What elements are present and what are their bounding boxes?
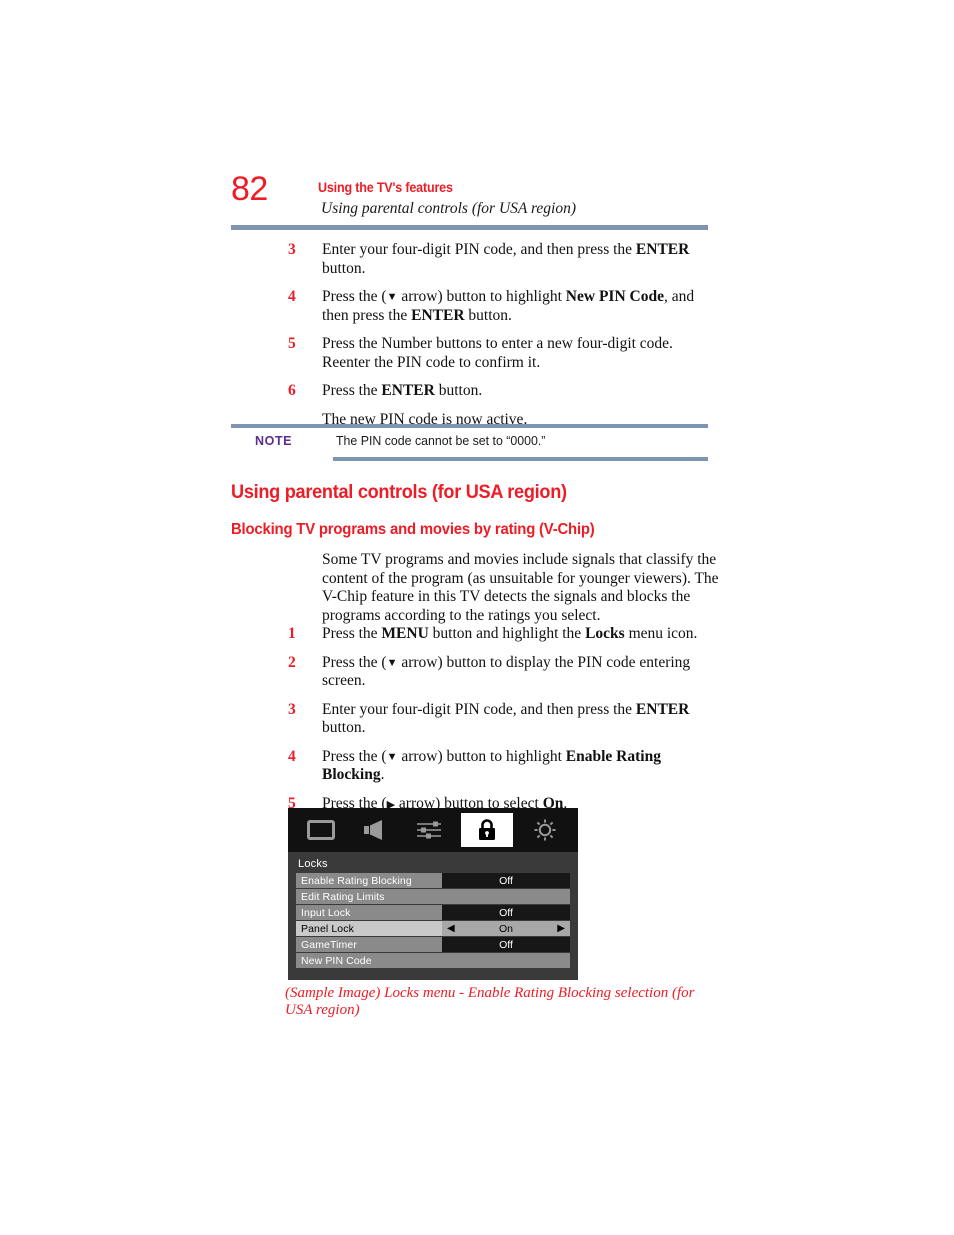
tv-menu-row[interactable]: Enable Rating Blocking Off [296, 873, 570, 888]
tv-menu-row[interactable]: GameTimer Off [296, 937, 570, 952]
setup-sun-icon[interactable] [523, 814, 567, 846]
page-number: 82 [231, 170, 268, 208]
step-number: 1 [288, 625, 296, 642]
step-item: 2 Press the (▼ arrow) button to display t… [288, 654, 698, 691]
step-number: 4 [288, 288, 296, 305]
step-text: Press the Number buttons to enter a new … [322, 335, 673, 371]
step-number: 3 [288, 700, 296, 718]
step-text: Press the MENU button and highlight the … [322, 625, 698, 642]
step-item: 3 Enter your four-digit PIN code, and the… [288, 241, 698, 278]
figure-caption: (Sample Image) Locks menu - Enable Ratin… [285, 985, 695, 1018]
step-text: Press the (▼ arrow) button to highlight … [322, 747, 661, 784]
arrow-right-icon[interactable]: ▶ [557, 923, 565, 934]
tv-menu-row-value: On ◀ ▶ [442, 921, 570, 936]
header-subtitle: Using parental controls (for USA region) [321, 200, 577, 217]
steps-list-top: 3 Enter your four-digit PIN code, and the… [288, 241, 698, 429]
step-item: 3 Enter your four-digit PIN code, and the… [288, 701, 698, 738]
tv-menu-row[interactable]: Edit Rating Limits [296, 889, 570, 904]
tv-menu-sample-image: Locks Enable Rating Blocking Off Edit Rati… [288, 808, 578, 980]
tv-menu-row-value: Off [442, 905, 570, 920]
tv-menu-row-label: New PIN Code [296, 953, 570, 968]
tv-menu-row-value: Off [442, 873, 570, 888]
step-item: 1 Press the MENU button and highlight the… [288, 625, 698, 644]
step-item: 4 Press the (▼ arrow) button to highlight… [288, 748, 698, 785]
section-heading-1: Using parental controls (for USA region) [231, 481, 567, 503]
arrow-left-icon[interactable]: ◀ [447, 923, 455, 934]
step-text: Enter your four-digit PIN code, and then… [322, 700, 690, 737]
picture-icon[interactable] [299, 814, 343, 846]
tv-menu-row[interactable]: Input Lock Off [296, 905, 570, 920]
tv-menu-row-label: Edit Rating Limits [296, 889, 570, 904]
sliders-icon[interactable] [407, 814, 451, 846]
note-divider-top [231, 424, 708, 428]
note-label: NOTE [255, 434, 293, 448]
tv-menu-row[interactable]: New PIN Code [296, 953, 570, 968]
step-number: 4 [288, 747, 296, 765]
document-page: 82 Using the TV's features Using parenta… [0, 0, 954, 1235]
tv-menu-row-label: Input Lock [296, 905, 442, 920]
step-number: 6 [288, 382, 296, 399]
tv-menu-rows: Enable Rating Blocking Off Edit Rating Lim… [296, 873, 570, 968]
step-item: 5 Press the Number buttons to enter a new… [288, 335, 698, 372]
tv-menu-row-label: Panel Lock [296, 921, 442, 936]
header-title: Using the TV's features [318, 180, 453, 195]
step-number: 3 [288, 241, 296, 258]
lock-icon[interactable] [461, 813, 513, 847]
tv-menu-body: Locks Enable Rating Blocking Off Edit Rati… [288, 852, 578, 968]
step-number: 5 [288, 335, 296, 352]
page-header: 82 Using the TV's features Using parenta… [231, 170, 708, 224]
steps-list-bottom: 1 Press the MENU button and highlight the… [288, 625, 698, 823]
step-text: Press the (▼ arrow) button to highlight … [322, 288, 695, 324]
step-text: Press the (▼ arrow) button to display th… [322, 653, 691, 690]
tv-menu-row-value: Off [442, 937, 570, 952]
note-text: The PIN code cannot be set to “0000.” [336, 433, 546, 448]
step-item: 4 Press the (▼ arrow) button to highlight… [288, 288, 698, 325]
step-text: Enter your four-digit PIN code, and then… [322, 241, 690, 277]
intro-paragraph: Some TV programs and movies include sign… [322, 551, 719, 624]
tv-menu-row-label: GameTimer [296, 937, 442, 952]
audio-speaker-icon[interactable] [353, 814, 397, 846]
note-divider-bottom [333, 457, 708, 461]
tv-menu-row[interactable]: Panel Lock On ◀ ▶ [296, 921, 570, 936]
section-heading-2: Blocking TV programs and movies by ratin… [231, 521, 595, 538]
tv-menu-row-label: Enable Rating Blocking [296, 873, 442, 888]
step-item: 6 Press the ENTER button. [288, 382, 698, 401]
step-number: 2 [288, 653, 296, 671]
step-text: Press the ENTER button. [322, 382, 483, 399]
tv-menu-icon-bar [288, 808, 578, 852]
header-divider [231, 225, 708, 230]
tv-menu-title: Locks [298, 858, 328, 870]
